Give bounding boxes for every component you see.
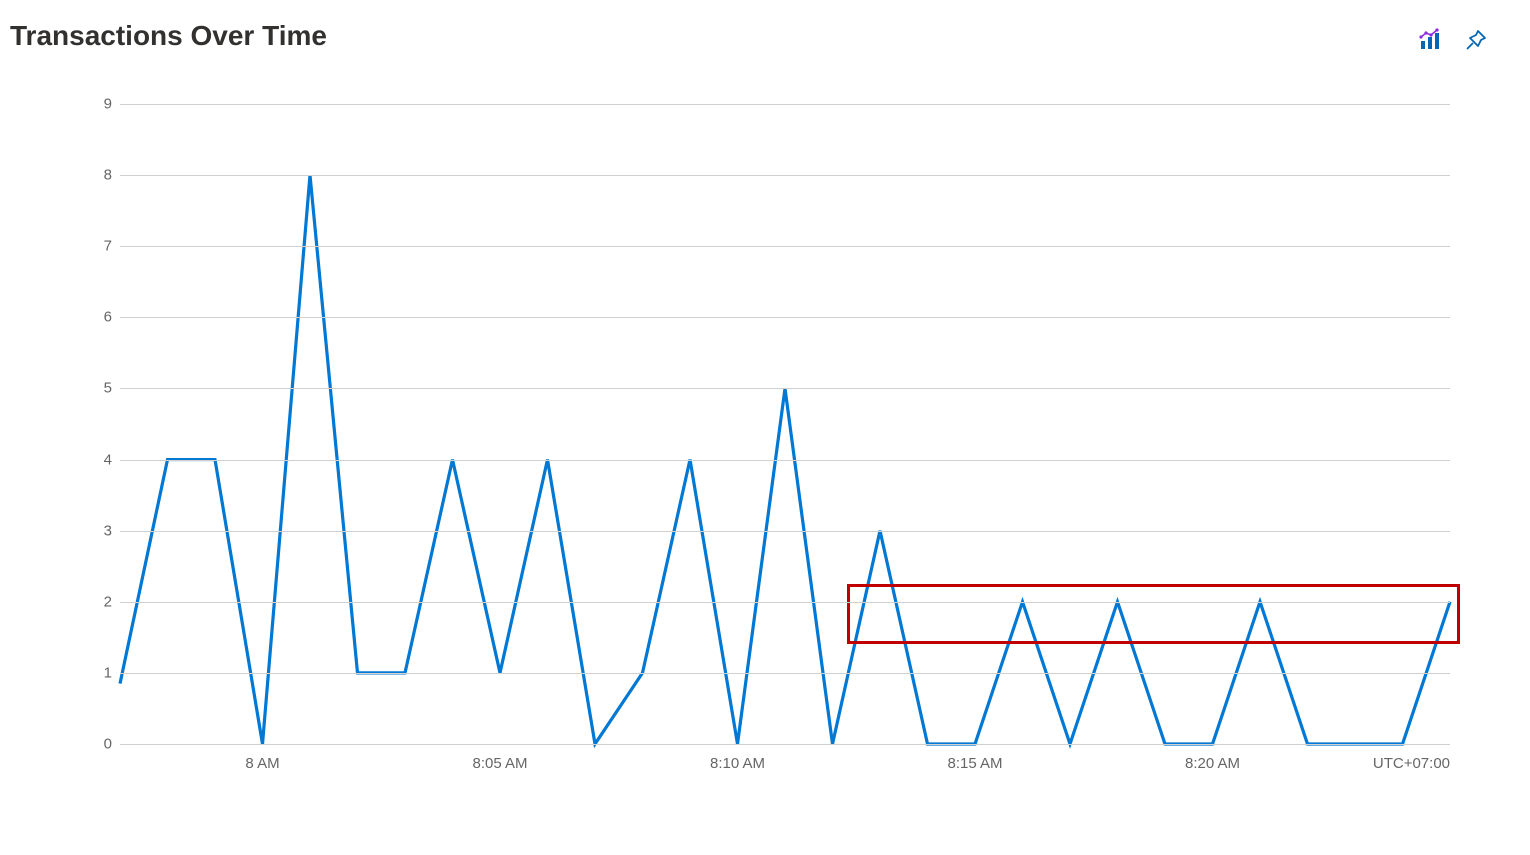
highlight-annotation bbox=[847, 584, 1460, 644]
gridline bbox=[120, 531, 1450, 532]
x-tick-label: 8:10 AM bbox=[710, 755, 765, 772]
y-tick-label: 5 bbox=[92, 380, 112, 397]
chart-type-icon[interactable] bbox=[1416, 26, 1444, 54]
plot-area[interactable]: UTC+07:00 01234567898 AM8:05 AM8:10 AM8:… bbox=[120, 104, 1450, 744]
chart-area: UTC+07:00 01234567898 AM8:05 AM8:10 AM8:… bbox=[60, 104, 1460, 784]
gridline bbox=[120, 246, 1450, 247]
chart-container: Transactions Over Time bbox=[0, 0, 1530, 855]
y-tick-label: 0 bbox=[92, 736, 112, 753]
y-tick-label: 2 bbox=[92, 593, 112, 610]
line-series-svg bbox=[120, 104, 1450, 744]
y-tick-label: 1 bbox=[92, 664, 112, 681]
y-tick-label: 9 bbox=[92, 96, 112, 113]
x-tick-label: 8:15 AM bbox=[947, 755, 1002, 772]
timezone-label: UTC+07:00 bbox=[1373, 755, 1450, 772]
y-tick-label: 8 bbox=[92, 167, 112, 184]
gridline bbox=[120, 388, 1450, 389]
x-tick-label: 8 AM bbox=[245, 755, 279, 772]
header-icons bbox=[1416, 20, 1500, 54]
x-tick-label: 8:05 AM bbox=[472, 755, 527, 772]
y-tick-label: 7 bbox=[92, 238, 112, 255]
gridline bbox=[120, 744, 1450, 745]
gridline bbox=[120, 317, 1450, 318]
x-tick-label: 8:20 AM bbox=[1185, 755, 1240, 772]
y-tick-label: 6 bbox=[92, 309, 112, 326]
header: Transactions Over Time bbox=[10, 20, 1500, 54]
gridline bbox=[120, 460, 1450, 461]
pin-icon[interactable] bbox=[1462, 26, 1490, 54]
y-tick-label: 3 bbox=[92, 522, 112, 539]
gridline bbox=[120, 104, 1450, 105]
chart-title: Transactions Over Time bbox=[10, 20, 327, 52]
y-tick-label: 4 bbox=[92, 451, 112, 468]
gridline bbox=[120, 673, 1450, 674]
gridline bbox=[120, 175, 1450, 176]
gridline bbox=[120, 602, 1450, 603]
